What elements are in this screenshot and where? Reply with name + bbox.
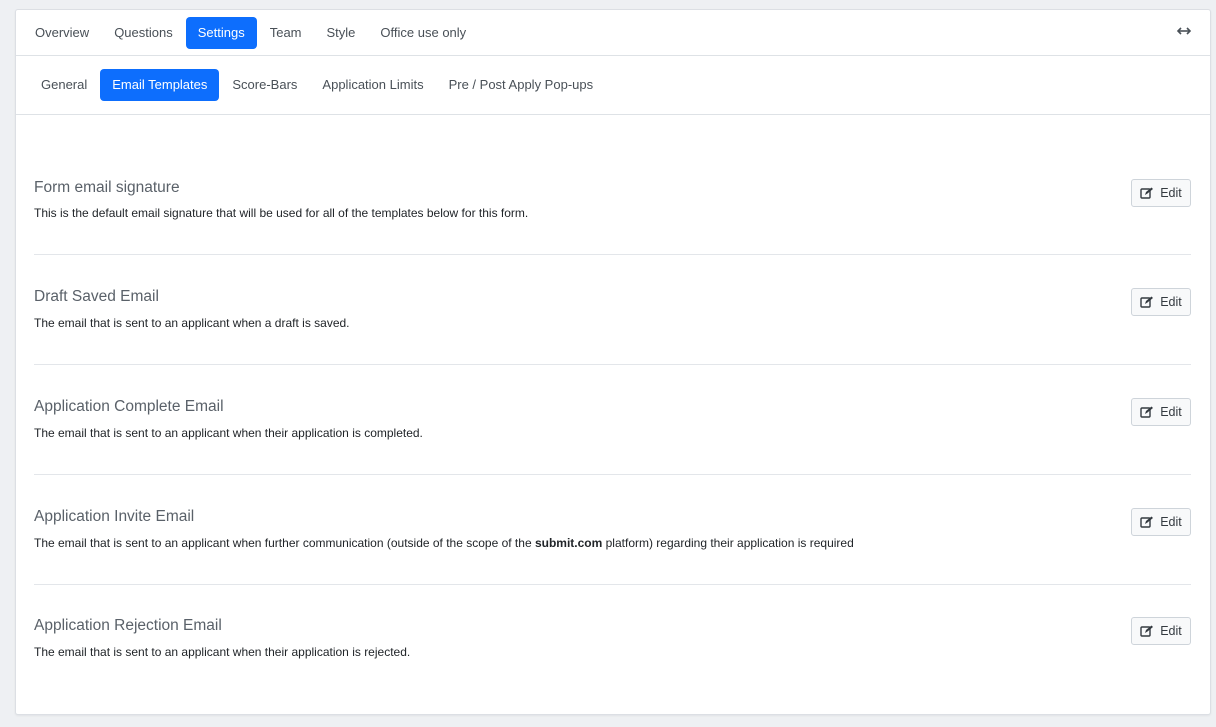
edit-button[interactable]: Edit [1131, 617, 1191, 645]
edit-icon [1140, 406, 1154, 418]
sub-nav: General Email Templates Score-Bars Appli… [16, 56, 1210, 115]
settings-card: Overview Questions Settings Team Style O… [15, 9, 1211, 715]
template-row-draft-saved-email: Draft Saved Email The email that is sent… [34, 255, 1191, 365]
edit-icon [1140, 296, 1154, 308]
template-description: This is the default email signature that… [34, 206, 529, 220]
template-title: Application Invite Email [34, 508, 195, 525]
subtab-pre-post-apply-popups[interactable]: Pre / Post Apply Pop-ups [437, 69, 606, 101]
template-title: Application Rejection Email [34, 617, 222, 634]
template-row-application-invite-email: Application Invite Email The email that … [34, 475, 1191, 585]
template-description: The email that is sent to an applicant w… [34, 316, 350, 330]
template-description: The email that is sent to an applicant w… [34, 426, 423, 440]
subtab-general[interactable]: General [29, 69, 99, 101]
platform-name: submit.com [534, 536, 603, 550]
edit-button[interactable]: Edit [1131, 179, 1191, 207]
tab-style[interactable]: Style [315, 17, 368, 49]
tab-team[interactable]: Team [258, 17, 314, 49]
edit-button[interactable]: Edit [1131, 508, 1191, 536]
tab-settings[interactable]: Settings [185, 16, 257, 49]
tab-overview[interactable]: Overview [23, 17, 101, 49]
template-title: Draft Saved Email [34, 288, 159, 305]
tab-office-use-only[interactable]: Office use only [368, 17, 478, 49]
subtab-application-limits[interactable]: Application Limits [310, 69, 435, 101]
edit-icon [1140, 516, 1154, 528]
subtab-email-templates[interactable]: Email Templates [100, 69, 220, 101]
template-title: Application Complete Email [34, 398, 224, 415]
expand-horizontal-icon[interactable] [1176, 23, 1192, 39]
edit-button[interactable]: Edit [1131, 288, 1191, 316]
edit-icon [1140, 187, 1154, 199]
edit-label: Edit [1160, 624, 1182, 638]
edit-button[interactable]: Edit [1131, 398, 1191, 426]
template-description: The email that is sent to an applicant w… [34, 645, 411, 659]
edit-icon [1140, 625, 1154, 637]
template-row-form-email-signature: Form email signature This is the default… [34, 115, 1191, 255]
template-row-application-complete-email: Application Complete Email The email tha… [34, 365, 1191, 475]
edit-label: Edit [1160, 405, 1182, 419]
template-row-application-rejection-email: Application Rejection Email The email th… [34, 585, 1191, 695]
template-description: The email that is sent to an applicant w… [34, 536, 854, 550]
tab-questions[interactable]: Questions [102, 17, 185, 49]
subtab-score-bars[interactable]: Score-Bars [220, 69, 309, 101]
edit-label: Edit [1160, 186, 1182, 200]
top-nav: Overview Questions Settings Team Style O… [16, 10, 1210, 56]
edit-label: Edit [1160, 295, 1182, 309]
edit-label: Edit [1160, 515, 1182, 529]
template-title: Form email signature [34, 179, 180, 196]
email-templates-list: Form email signature This is the default… [16, 115, 1210, 695]
